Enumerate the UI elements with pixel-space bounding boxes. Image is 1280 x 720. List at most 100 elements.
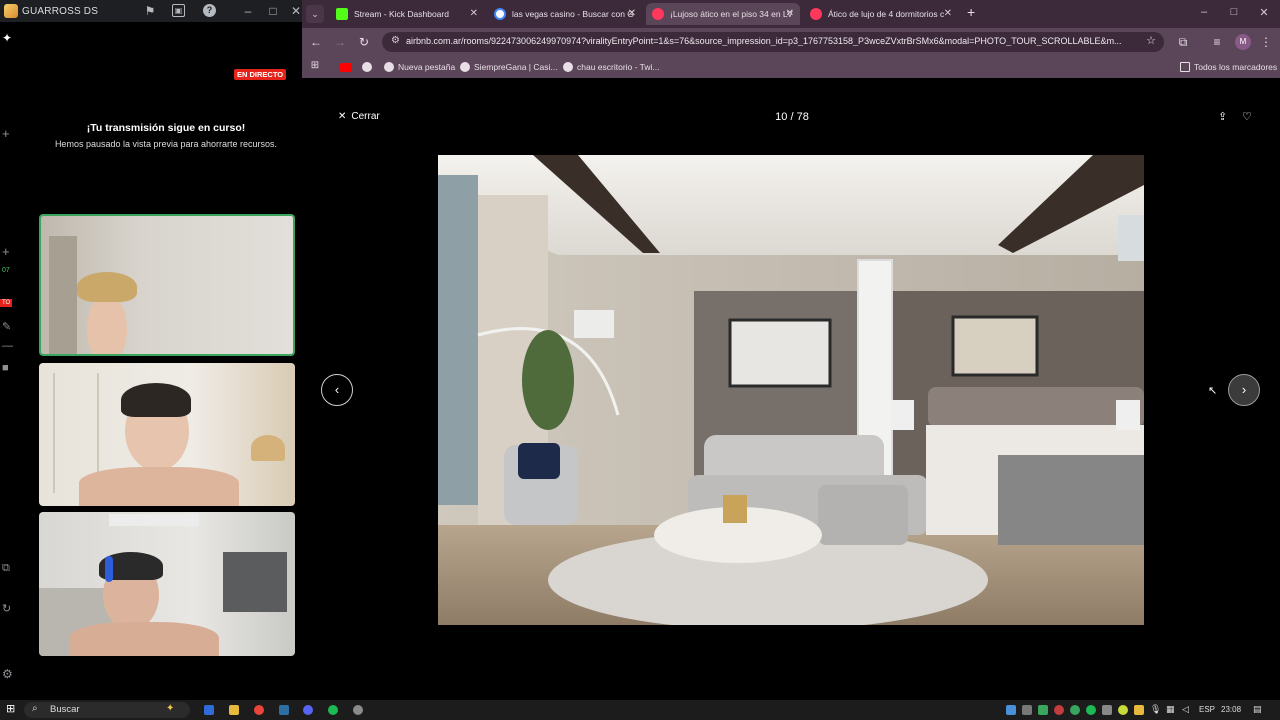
media-controls-icon[interactable]: ≡ xyxy=(1208,33,1226,51)
discord-icon[interactable] xyxy=(303,705,313,715)
shelf xyxy=(109,514,199,526)
minimize-icon[interactable]: – xyxy=(240,3,256,19)
gamepad-icon[interactable]: ✦ xyxy=(2,31,12,45)
tab-close-icon[interactable]: ✕ xyxy=(786,3,794,25)
tab-label: las vegas casino - Buscar con G xyxy=(512,9,634,19)
bedside-lamp xyxy=(890,400,914,430)
minimize-icon[interactable]: – xyxy=(1194,6,1214,18)
tab-airbnb-active[interactable]: ¡Lujoso ático en el piso 34 en LV ✕ xyxy=(646,3,800,25)
help-icon[interactable]: ? xyxy=(203,4,216,17)
tab-close-icon[interactable]: ✕ xyxy=(470,3,478,25)
keyboard-language[interactable]: ESP xyxy=(1199,705,1215,714)
sparkle-icon: ✦ xyxy=(166,703,175,714)
bookmark-label: chau escritorio - Twi... xyxy=(577,62,660,72)
globe-icon xyxy=(384,62,394,72)
tray-app-icon[interactable] xyxy=(1118,705,1128,715)
chevron-left-icon: ‹ xyxy=(334,382,340,397)
tray-app-icon[interactable] xyxy=(1006,705,1016,715)
network-icon[interactable]: ▦ xyxy=(1166,704,1175,715)
maximize-icon[interactable]: □ xyxy=(1224,6,1244,18)
address-bar[interactable]: ⚙ airbnb.com.ar/rooms/922473006249970974… xyxy=(382,32,1164,52)
tab-airbnb-2[interactable]: Ático de lujo de 4 dormitorios c ✕ xyxy=(804,3,958,25)
start-icon[interactable]: ⊞ xyxy=(6,704,17,715)
tab-close-icon[interactable]: ✕ xyxy=(628,3,636,25)
next-photo-button[interactable]: › xyxy=(1228,374,1260,406)
tab-search-icon[interactable]: ⌄ xyxy=(306,5,324,23)
screen-share-icon[interactable]: ▣ xyxy=(172,4,185,17)
tray-app-icon[interactable] xyxy=(1022,705,1032,715)
tab-close-icon[interactable]: ✕ xyxy=(944,3,952,25)
bedside-lamp-right xyxy=(1116,400,1140,430)
mouse-cursor: ↖ xyxy=(1208,385,1218,397)
add-channel-icon[interactable]: + xyxy=(2,244,10,259)
app-titlebar: GUARROSS DS ⚑ ▣ ? – □ ✕ xyxy=(0,0,302,22)
bookmark-star-icon[interactable]: ☆ xyxy=(1146,34,1156,47)
reload-icon[interactable]: ↻ xyxy=(355,33,373,51)
tab-kick-dashboard[interactable]: Stream - Kick Dashboard ✕ xyxy=(330,3,484,25)
all-bookmarks[interactable]: Todos los marcadores xyxy=(1180,60,1277,74)
url-text[interactable]: airbnb.com.ar/rooms/922473006249970974?v… xyxy=(406,36,1126,46)
living-room-illustration xyxy=(438,155,1144,625)
copy-icon[interactable]: ⧉ xyxy=(2,562,10,575)
notifications-icon[interactable]: ▤ xyxy=(1253,704,1262,715)
tray-app-icon[interactable] xyxy=(1134,705,1144,715)
mic-off-icon[interactable]: ✎ xyxy=(2,320,11,333)
camera-tile-2[interactable] xyxy=(39,363,295,506)
tray-app-icon[interactable] xyxy=(1054,705,1064,715)
bookmarks-bar: ⊞ Nueva pestaña SiempreGana | Casi... ch… xyxy=(302,56,1280,78)
share-icon[interactable]: ⇪ xyxy=(1218,110,1227,123)
windows-taskbar: ⊞ ⌕ Buscar ✦ 🎙 ▦ ◁ ESP 23:08 ▤ xyxy=(0,700,1280,720)
previous-photo-button[interactable]: ‹ xyxy=(321,374,353,406)
taskbar-search[interactable]: ⌕ Buscar ✦ xyxy=(24,702,190,718)
photo-counter: 10 / 78 xyxy=(775,111,809,123)
file-explorer-icon[interactable] xyxy=(229,705,239,715)
sofa-chaise xyxy=(818,485,908,545)
close-window-icon[interactable]: ✕ xyxy=(1254,6,1274,19)
listing-photo[interactable] xyxy=(438,155,1144,625)
chandelier xyxy=(1118,215,1144,261)
camera-tile-1[interactable] xyxy=(39,214,295,356)
heart-icon[interactable]: ♡ xyxy=(1242,110,1252,123)
window-left xyxy=(438,175,478,505)
apps-icon[interactable]: ⊞ xyxy=(306,57,324,75)
chrome-icon[interactable] xyxy=(254,705,264,715)
hair xyxy=(121,383,191,417)
obs-icon[interactable] xyxy=(353,705,363,715)
microphone-icon[interactable]: 🎙 xyxy=(1150,704,1161,715)
add-server-icon[interactable]: + xyxy=(2,126,10,141)
menu-icon[interactable]: ⋮ xyxy=(1257,33,1275,51)
camera-icon[interactable]: ■ xyxy=(2,362,9,374)
copilot-icon[interactable] xyxy=(204,705,214,715)
bookmark-new-tab[interactable]: Nueva pestaña xyxy=(384,60,455,74)
spotify-icon[interactable] xyxy=(328,705,338,715)
volume-icon[interactable]: ◁ xyxy=(1182,704,1189,715)
straw-hat xyxy=(77,272,137,302)
tray-spotify-icon[interactable] xyxy=(1086,705,1096,715)
site-info-icon[interactable]: ⚙ xyxy=(391,35,400,46)
tab-google-search[interactable]: las vegas casino - Buscar con G ✕ xyxy=(488,3,642,25)
close-button[interactable]: ✕ Cerrar xyxy=(338,111,380,122)
refresh-icon[interactable]: ↻ xyxy=(2,602,11,615)
profile-avatar[interactable]: M xyxy=(1235,34,1251,50)
tray-app-icon[interactable] xyxy=(1070,705,1080,715)
close-label: Cerrar xyxy=(351,111,380,122)
bookmark-chau-escritorio[interactable]: chau escritorio - Twi... xyxy=(563,60,660,74)
settings-icon[interactable]: ⚙ xyxy=(2,667,13,681)
painting-left xyxy=(728,318,832,388)
web-icon[interactable] xyxy=(362,62,372,72)
tray-app-icon[interactable] xyxy=(1102,705,1112,715)
camera-tile-3[interactable] xyxy=(39,512,295,656)
forward-icon[interactable]: → xyxy=(331,33,349,51)
steam-icon[interactable] xyxy=(279,705,289,715)
flag-icon[interactable]: ⚑ xyxy=(142,3,158,19)
extensions-icon[interactable]: ⧉ xyxy=(1174,33,1192,51)
bookmark-siempregana[interactable]: SiempreGana | Casi... xyxy=(460,60,557,74)
youtube-icon[interactable] xyxy=(340,63,352,72)
clock[interactable]: 23:08 xyxy=(1221,705,1241,714)
back-icon[interactable]: ← xyxy=(307,33,325,51)
tray-app-icon[interactable] xyxy=(1038,705,1048,715)
close-icon: ✕ xyxy=(338,111,347,122)
search-label: Buscar xyxy=(50,704,80,715)
new-tab-icon[interactable]: + xyxy=(967,4,975,20)
maximize-icon[interactable]: □ xyxy=(265,3,281,19)
